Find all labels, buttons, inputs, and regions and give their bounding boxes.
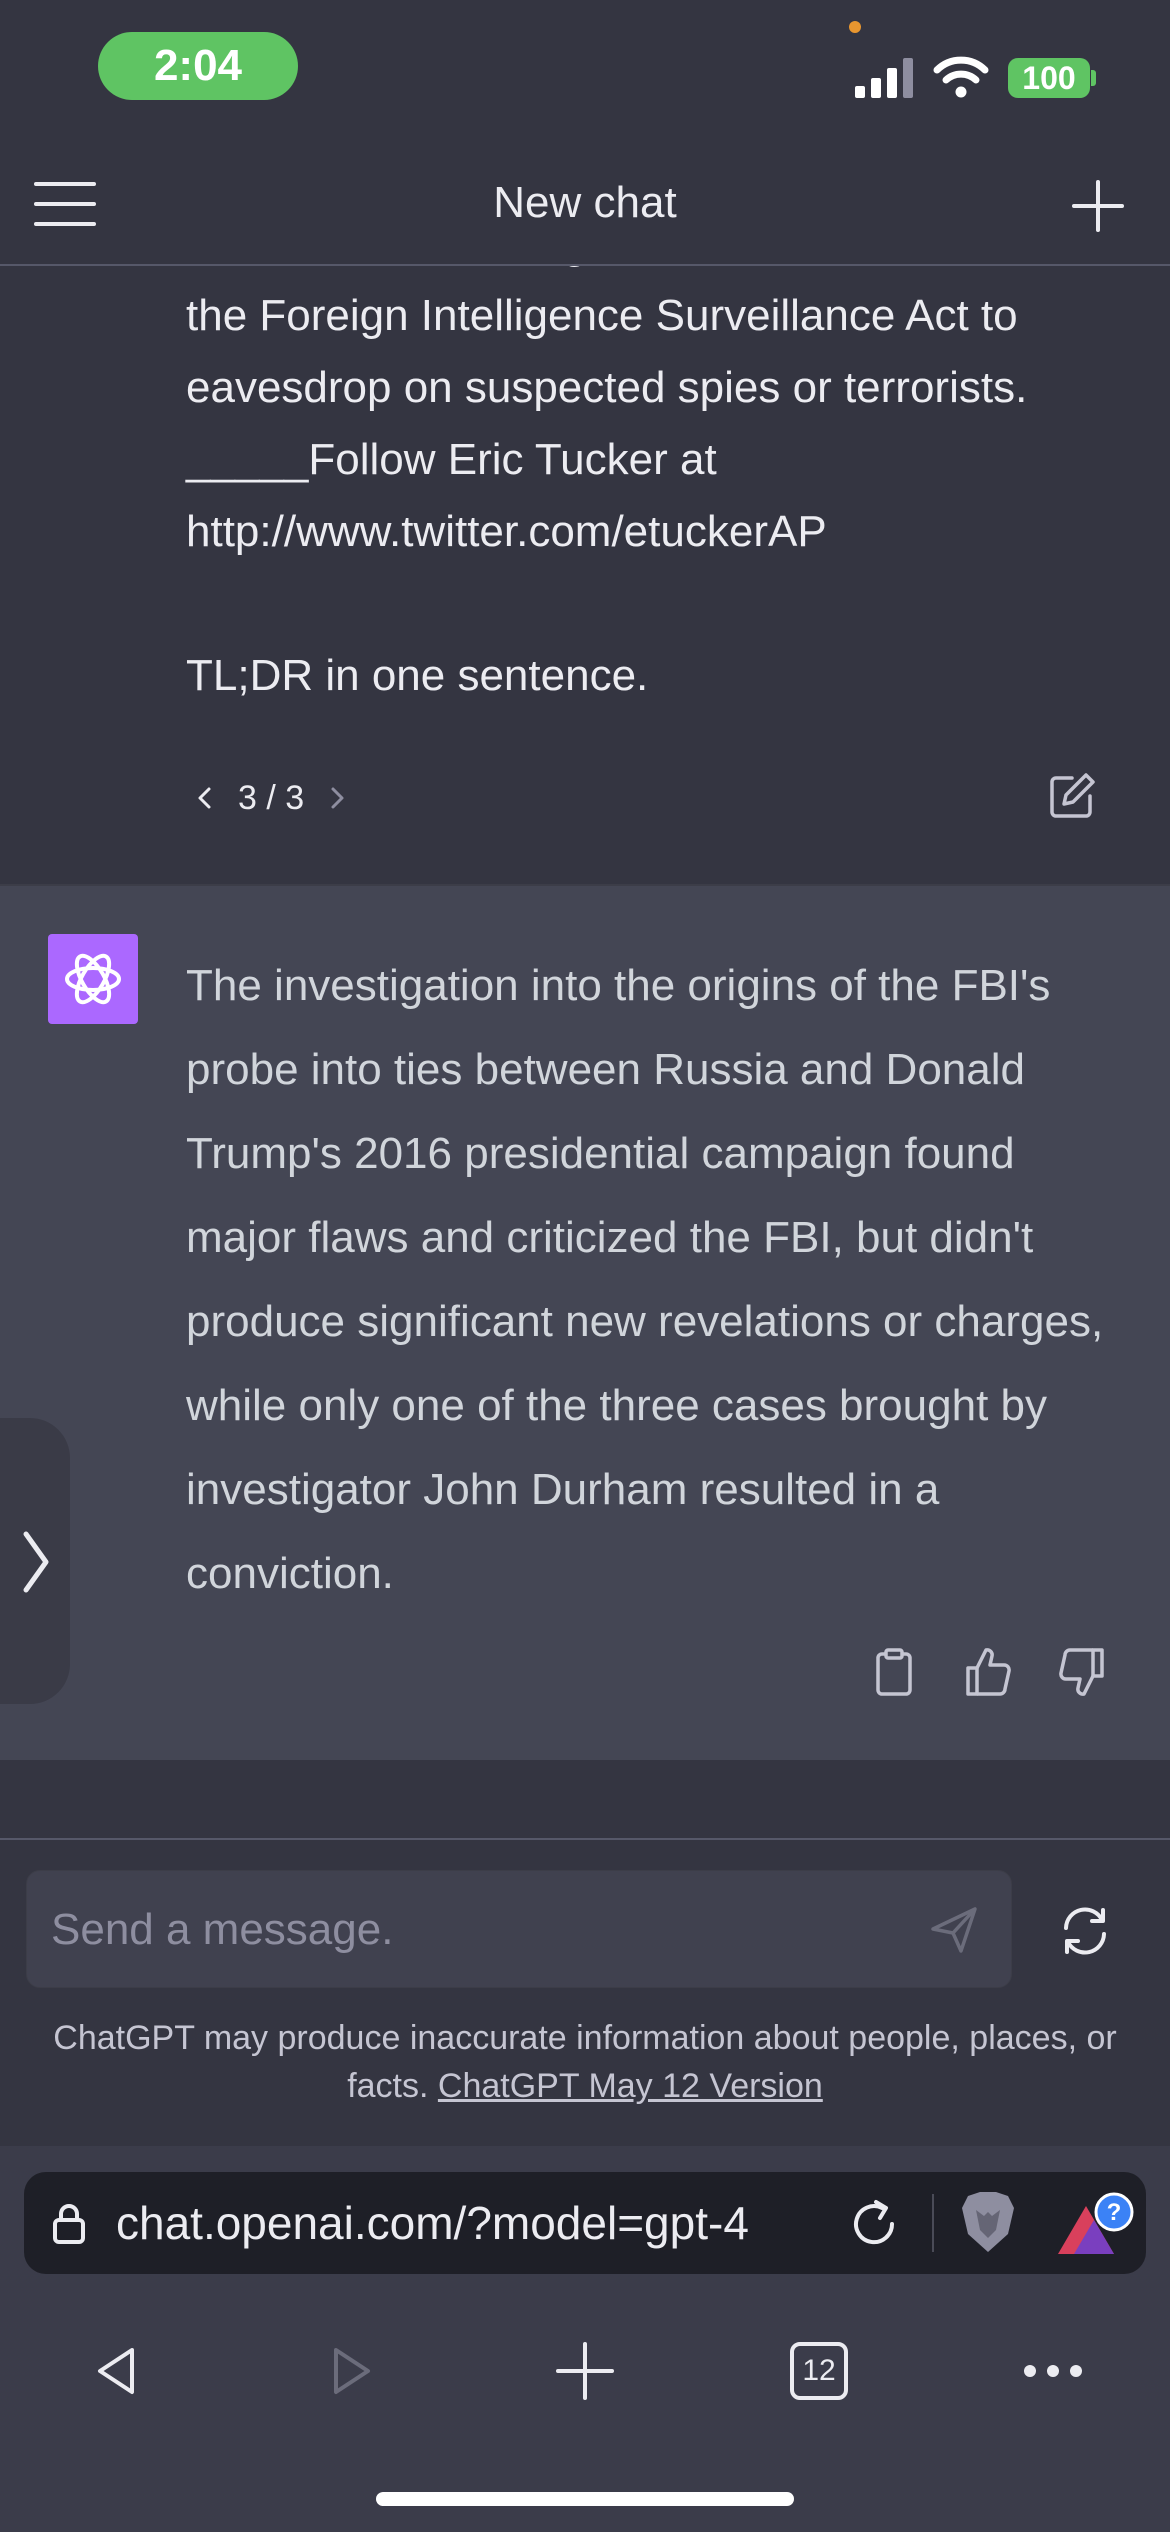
message-input-box [26, 1870, 1012, 1989]
browser-nav-row: 12 [0, 2326, 1170, 2416]
tabs-icon[interactable]: 12 [784, 2336, 854, 2406]
new-tab-icon[interactable] [550, 2336, 620, 2406]
chat-header: New chat [0, 140, 1170, 266]
more-icon[interactable] [1018, 2336, 1088, 2406]
privacy-indicator [849, 21, 861, 33]
user-message-text: authorities, including its use of tools … [186, 266, 1028, 700]
version-link[interactable]: ChatGPT May 12 Version [438, 2067, 823, 2105]
back-icon[interactable] [82, 2336, 152, 2406]
lock-icon [53, 2204, 85, 2244]
forward-icon[interactable] [316, 2336, 386, 2406]
sidebar-toggle-tab[interactable] [0, 1418, 70, 1704]
user-message: authorities, including its use of tools … [0, 266, 1170, 884]
svg-text:?: ? [1107, 2199, 1122, 2226]
app-screen: 2:04 100 New chat authorities, inc [0, 0, 1170, 2532]
send-icon[interactable] [927, 1903, 981, 1957]
openai-logo-icon [65, 953, 121, 1005]
url-text[interactable]: chat.openai.com/?model=gpt-4 [116, 2172, 846, 2274]
assistant-message: The investigation into the origins of th… [0, 884, 1170, 1760]
browser-toolbar: chat.openai.com/?model=gpt-4 ? 12 [0, 2146, 1170, 2532]
brave-icon[interactable] [958, 2190, 1018, 2256]
chevron-left-icon[interactable] [190, 783, 220, 813]
copy-icon[interactable] [868, 1646, 920, 1698]
message-input[interactable] [51, 1871, 911, 1989]
reload-icon[interactable] [846, 2196, 902, 2252]
chevron-right-icon[interactable] [322, 783, 352, 813]
page-title: New chat [493, 178, 677, 227]
feedback-actions [868, 1646, 1108, 1698]
tab-count: 12 [802, 2354, 836, 2387]
disclaimer: ChatGPT may produce inaccurate informati… [20, 2014, 1150, 2110]
message-pager: 3 / 3 [190, 774, 352, 822]
composer-area: ChatGPT may produce inaccurate informati… [0, 1760, 1170, 2146]
battery-tip [1091, 70, 1096, 86]
assistant-message-text: The investigation into the origins of th… [186, 961, 1104, 1598]
thumbs-up-icon[interactable] [962, 1646, 1014, 1698]
chevron-right-icon [23, 1531, 49, 1593]
pager-label: 3 / 3 [238, 778, 305, 817]
status-time: 2:04 [98, 32, 298, 100]
address-bar[interactable]: chat.openai.com/?model=gpt-4 ? [24, 2172, 1146, 2274]
cellular-signal-icon [855, 58, 913, 98]
plus-icon[interactable] [1070, 178, 1126, 234]
rewards-icon[interactable]: ? [1054, 2192, 1136, 2258]
thumbs-down-icon[interactable] [1056, 1646, 1108, 1698]
wifi-icon [933, 56, 989, 98]
assistant-avatar [48, 934, 138, 1024]
status-bar: 2:04 100 [0, 0, 1170, 140]
home-indicator[interactable] [376, 2492, 794, 2506]
divider [932, 2194, 934, 2252]
divider [0, 1838, 1170, 1840]
edit-icon[interactable] [1046, 770, 1098, 822]
battery-indicator: 100 [1008, 58, 1090, 98]
regenerate-icon[interactable] [1056, 1902, 1114, 1960]
